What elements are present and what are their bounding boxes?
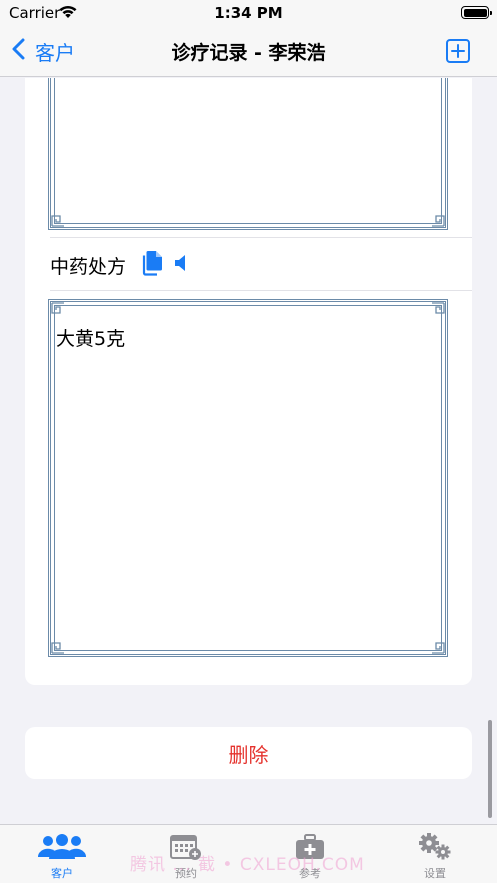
- divider: [50, 237, 472, 238]
- tab-label: 客户: [51, 867, 73, 880]
- time-label: 1:34 PM: [214, 4, 283, 22]
- add-button[interactable]: [446, 39, 470, 63]
- prescription-header: 中药处方: [50, 239, 472, 291]
- scrollbar[interactable]: [488, 720, 492, 818]
- corner-ornament-icon: [51, 215, 64, 227]
- corner-ornament-icon: [432, 302, 445, 314]
- corner-ornament-icon: [51, 642, 64, 654]
- corner-ornament-icon: [432, 642, 445, 654]
- page-title: 诊疗记录 - 李荣浩: [171, 42, 326, 64]
- navigation-bar: 客户 诊疗记录 - 李荣浩: [0, 26, 497, 77]
- tab-label: 设置: [424, 867, 446, 880]
- notes-frame[interactable]: [48, 78, 448, 230]
- gears-icon: [390, 833, 480, 861]
- delete-button[interactable]: 删除: [25, 727, 472, 779]
- record-card: 中药处方 大黄5克: [25, 78, 472, 685]
- status-bar: Carrier 1:34 PM: [0, 0, 497, 26]
- prescription-text: 大黄5克: [56, 328, 126, 350]
- prescription-text-area[interactable]: 大黄5克: [48, 299, 448, 657]
- corner-ornament-icon: [432, 215, 445, 227]
- copy-icon[interactable]: [141, 250, 163, 280]
- tab-customers[interactable]: 客户: [17, 833, 107, 883]
- section-label: 中药处方: [50, 255, 127, 278]
- delete-label: 删除: [228, 742, 269, 767]
- people-icon: [17, 833, 107, 861]
- divider: [50, 290, 472, 291]
- plus-square-icon: [446, 39, 470, 63]
- tab-settings[interactable]: 设置: [390, 833, 480, 883]
- tab-bar: 客户 预约 参考 设置 腾讯 ... 截 • CXLEOH.COM: [0, 824, 497, 883]
- content-scroll-area[interactable]: 中药处方 大黄5克 删除: [0, 78, 497, 824]
- battery-icon: [461, 6, 492, 19]
- watermark: 腾讯 ... 截 • CXLEOH.COM: [130, 855, 365, 875]
- speaker-icon[interactable]: [173, 253, 189, 277]
- corner-ornament-icon: [51, 302, 64, 314]
